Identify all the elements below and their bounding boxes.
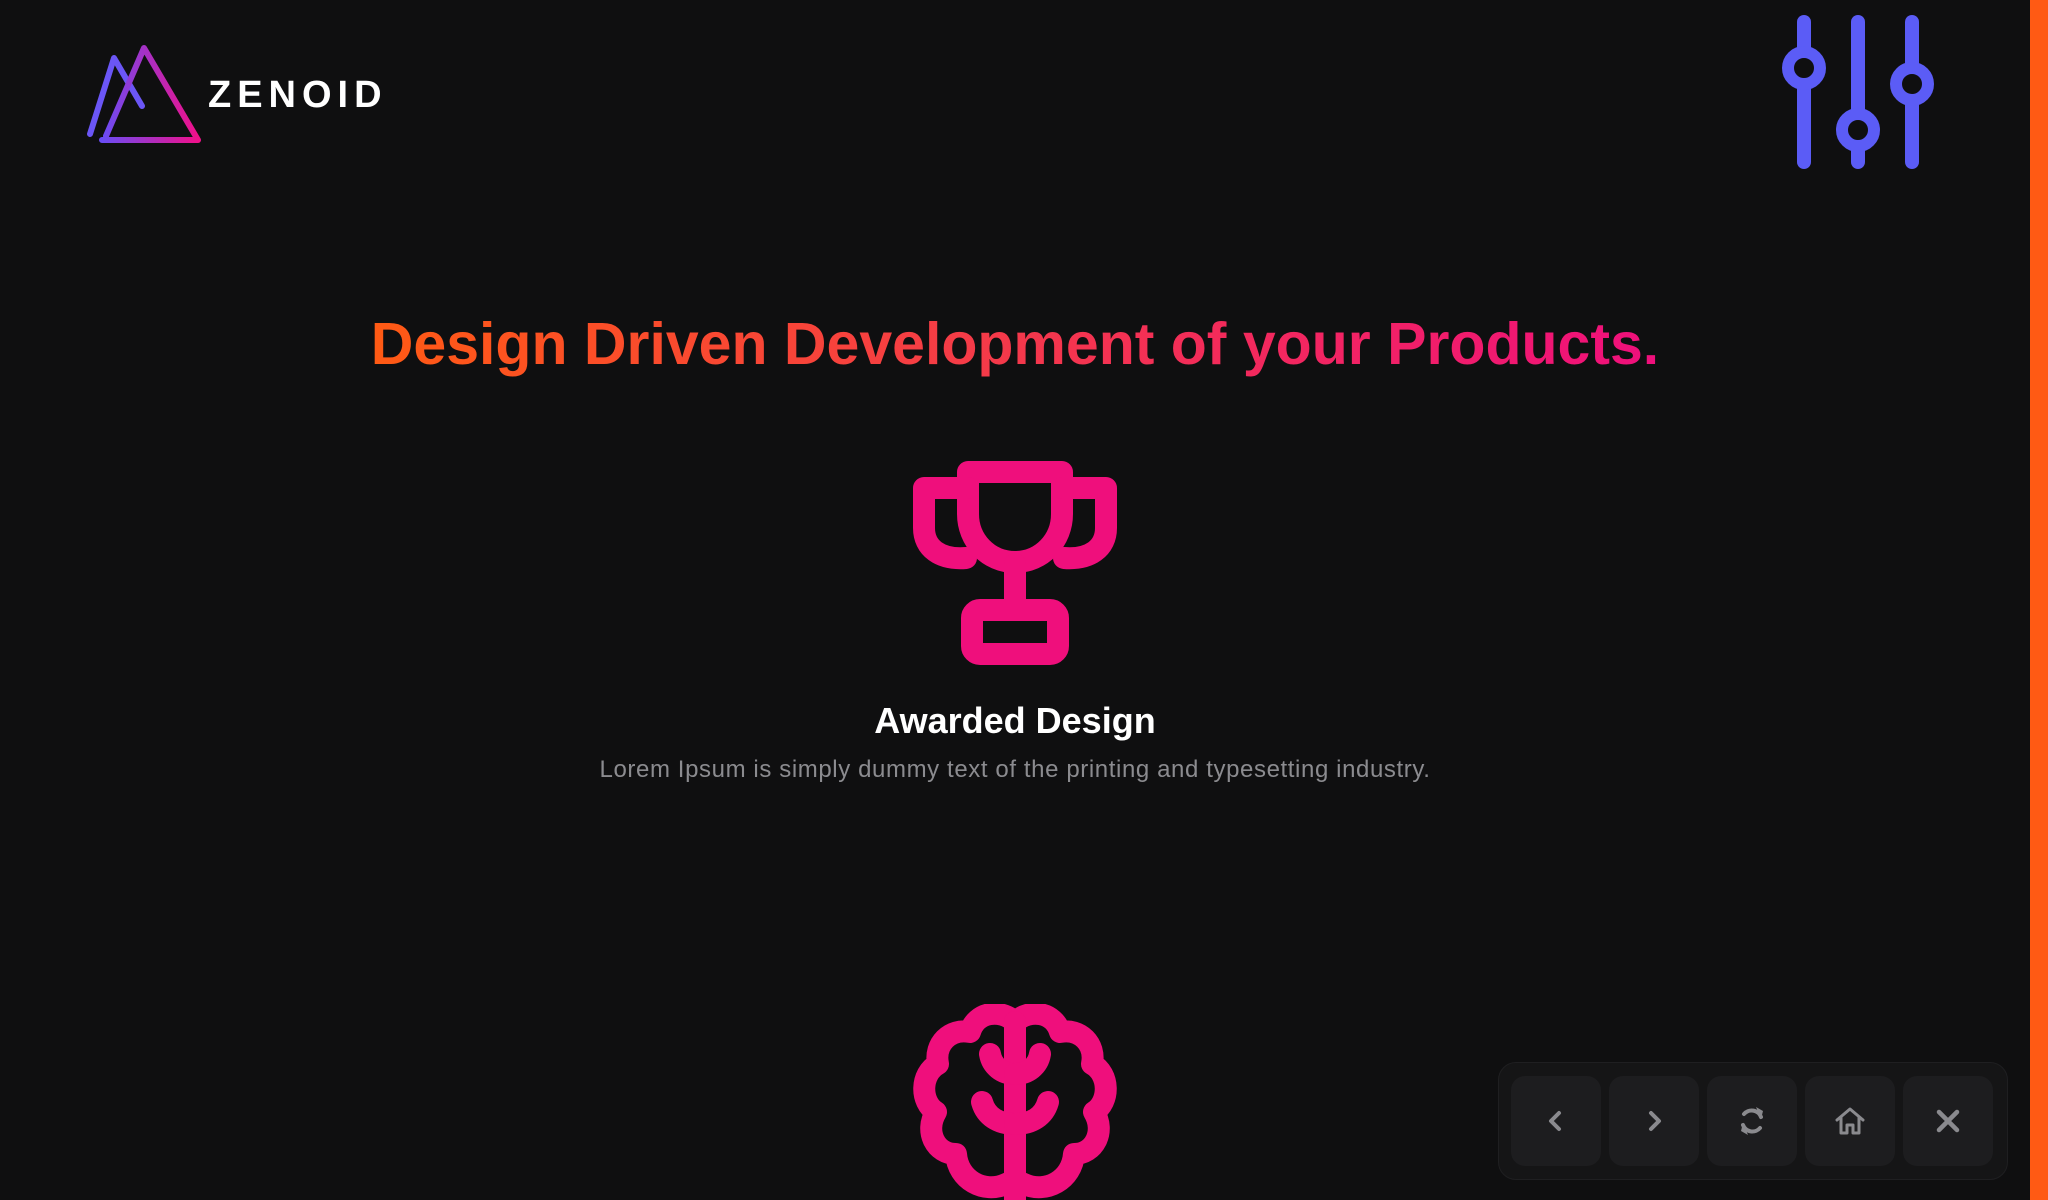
brain-icon [913,1002,1117,1200]
scrollbar[interactable] [2030,0,2048,1200]
browser-nav-panel [1498,1062,2008,1180]
home-icon [1835,1107,1865,1135]
chevron-right-icon [1649,1111,1661,1131]
page: ZENOID Design Driven Development of your… [0,0,2048,1200]
settings-button[interactable] [1776,12,1940,170]
feature-title: Awarded Design [874,700,1156,741]
feature-brain [910,1002,1120,1200]
mountain-logo-icon [87,45,201,143]
feature-trophy [910,458,1120,668]
refresh-icon [1741,1107,1763,1135]
brand-name: ZENOID [208,73,388,116]
feature-description: Lorem Ipsum is simply dummy text of the … [599,756,1431,783]
sliders-icon [1782,15,1934,169]
refresh-button[interactable] [1707,1076,1797,1166]
trophy-icon [913,461,1117,665]
forward-button[interactable] [1609,1076,1699,1166]
hero-headline: Design Driven Development of your Produc… [370,311,1660,377]
logo[interactable]: ZENOID [86,44,388,146]
close-button[interactable] [1903,1076,1993,1166]
home-button[interactable] [1805,1076,1895,1166]
chevron-left-icon [1549,1111,1561,1131]
close-icon [1936,1109,1960,1133]
back-button[interactable] [1511,1076,1601,1166]
